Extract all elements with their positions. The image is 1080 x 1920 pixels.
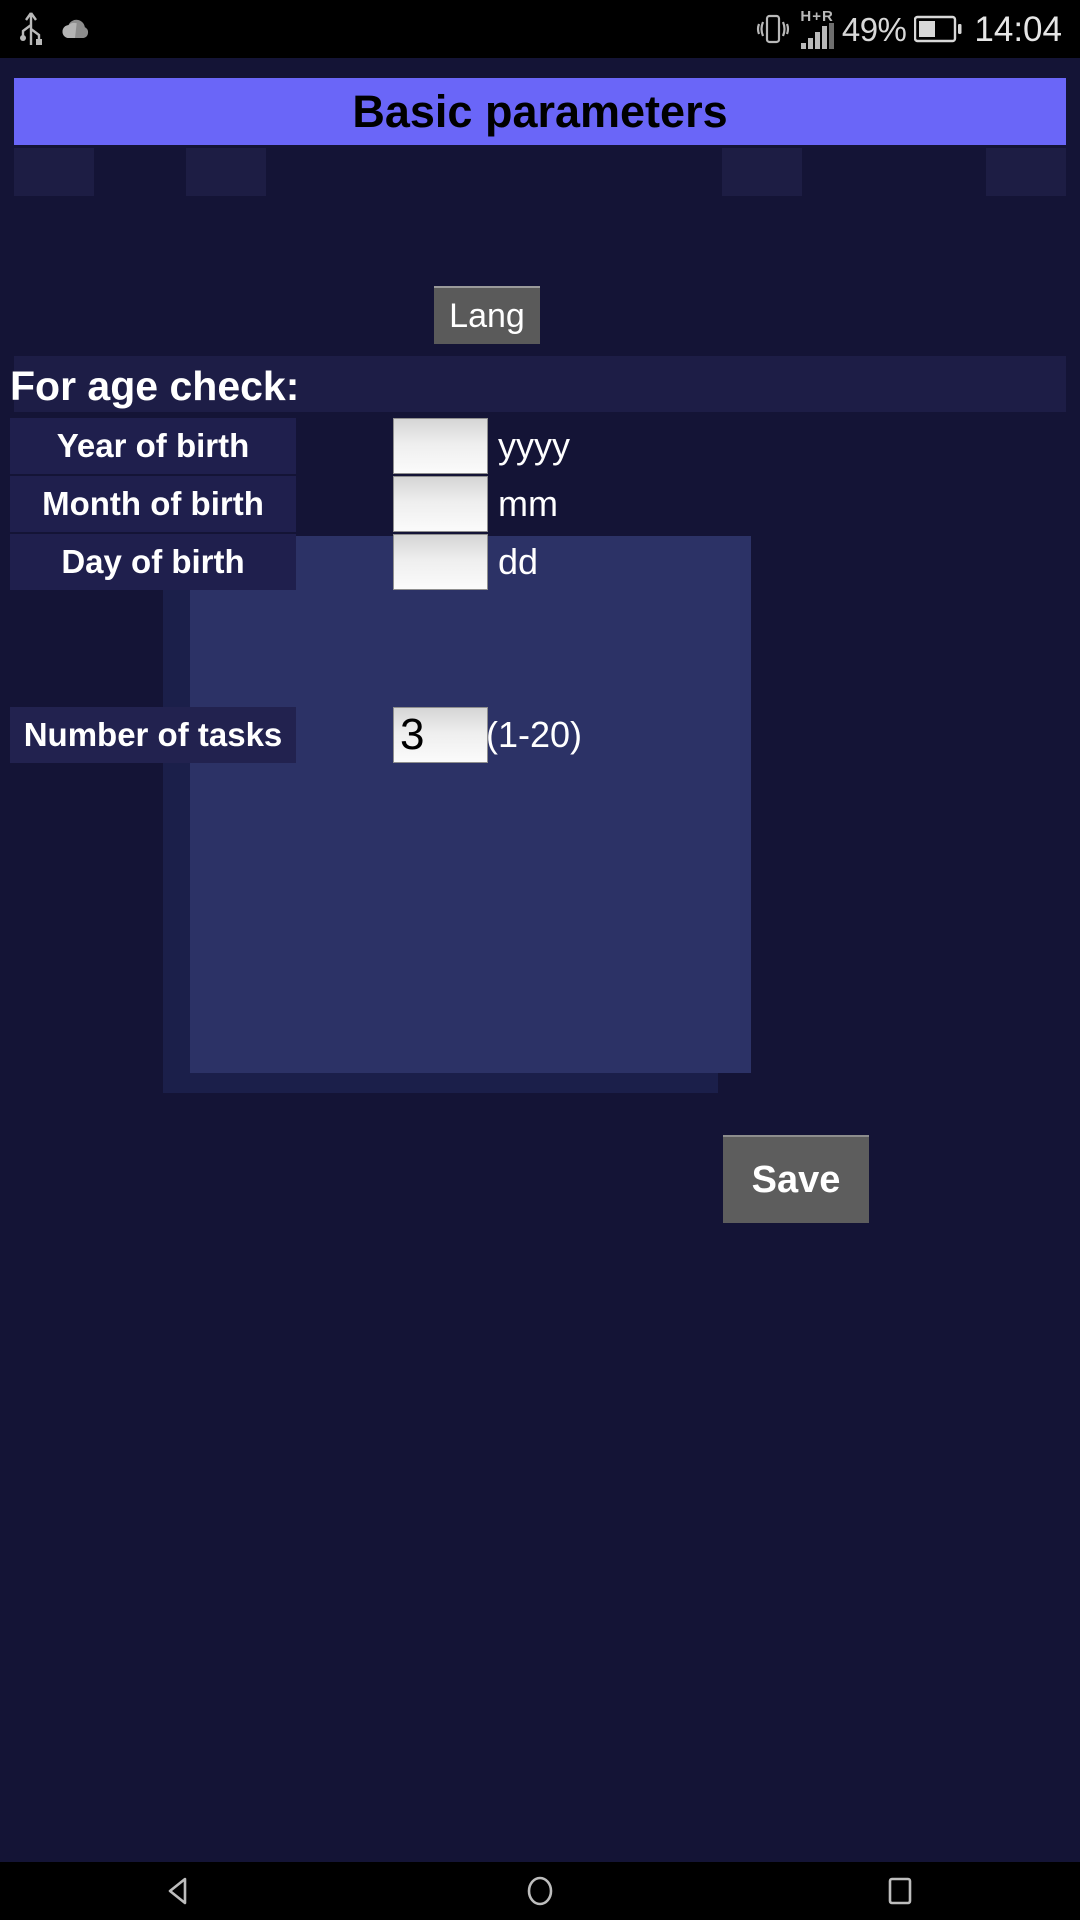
vibrate-icon [754, 12, 792, 46]
day-of-birth-label-container: Day of birth [10, 534, 296, 590]
day-of-birth-input[interactable] [393, 534, 488, 590]
status-bar: H+R 49% 14:04 [0, 0, 1080, 58]
day-of-birth-hint: dd [498, 541, 539, 582]
lang-button[interactable]: Lang [434, 286, 540, 344]
bg-swatch [186, 148, 266, 196]
network-type-label: H+R [800, 8, 834, 25]
field-row-month-of-birth: Month of birth mm [0, 476, 1080, 532]
page-title: Basic parameters [352, 85, 728, 137]
year-of-birth-label-container: Year of birth [10, 418, 296, 474]
status-bar-right: H+R 49% 14:04 [754, 9, 1062, 49]
number-of-tasks-value: 3 [400, 710, 425, 759]
back-icon[interactable] [90, 1862, 270, 1920]
year-of-birth-label: Year of birth [56, 427, 250, 464]
clock-label: 14:04 [974, 9, 1062, 49]
content-panel [190, 536, 751, 1073]
month-of-birth-label: Month of birth [42, 485, 264, 522]
save-button[interactable]: Save [723, 1135, 869, 1223]
battery-percent-label: 49% [841, 10, 907, 48]
month-of-birth-label-container: Month of birth [10, 476, 296, 532]
number-of-tasks-input[interactable]: 3 [393, 707, 488, 763]
status-bar-left [18, 11, 94, 47]
signal-bars-icon: H+R [800, 8, 834, 49]
number-of-tasks-label: Number of tasks [23, 716, 283, 753]
android-navigation-bar [0, 1862, 1080, 1920]
usb-icon [18, 11, 44, 47]
save-button-label: Save [751, 1158, 841, 1201]
month-of-birth-hint: mm [498, 483, 558, 524]
number-of-tasks-hint: (1-20) [486, 714, 583, 755]
number-of-tasks-label-container: Number of tasks [10, 707, 296, 763]
bg-swatch [986, 148, 1066, 196]
field-row-year-of-birth: Year of birth yyyy [0, 418, 1080, 474]
year-of-birth-hint: yyyy [498, 425, 570, 466]
title-bar: Basic parameters [14, 78, 1066, 145]
lang-button-label: Lang [449, 296, 525, 335]
home-icon[interactable] [450, 1862, 630, 1920]
month-of-birth-input[interactable] [393, 476, 488, 532]
app-screen: Basic parameters Lang For age check: Yea… [0, 58, 1080, 1862]
day-of-birth-label: Day of birth [61, 543, 245, 580]
field-row-number-of-tasks: Number of tasks 3 (1-20) [0, 707, 1080, 763]
year-of-birth-input[interactable] [393, 418, 488, 474]
cloud-icon [60, 17, 94, 41]
bg-swatch [722, 148, 802, 196]
battery-icon [914, 15, 962, 43]
age-check-heading: For age check: [10, 363, 300, 409]
recents-icon[interactable] [810, 1862, 990, 1920]
bg-swatch [14, 148, 94, 196]
signal-bars [800, 23, 834, 49]
field-row-day-of-birth: Day of birth dd [0, 534, 1080, 590]
